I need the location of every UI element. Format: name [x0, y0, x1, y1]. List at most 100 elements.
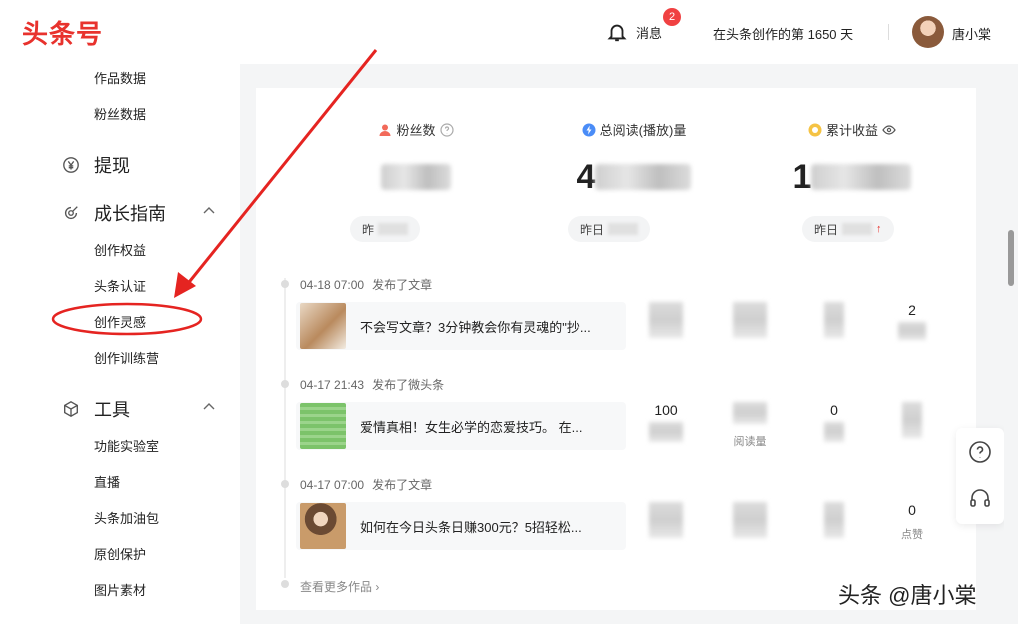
post-thumbnail	[300, 403, 346, 449]
user-icon	[379, 124, 391, 136]
sidebar-item-image-assets[interactable]: 图片素材	[94, 580, 146, 599]
metric-label: 阅读量	[733, 436, 767, 448]
chevron-up-icon[interactable]	[202, 204, 216, 218]
scrollbar-track[interactable]	[1004, 64, 1018, 624]
yesterday-label: 昨日	[580, 222, 605, 237]
header-divider	[888, 24, 889, 40]
growth-icon	[64, 206, 78, 220]
scrollbar-thumb[interactable]	[1008, 230, 1014, 286]
bell-icon	[607, 24, 627, 42]
entry-time: 04-17 07:00	[300, 478, 365, 492]
messages-label: 消息	[636, 25, 663, 41]
entry-header: 04-17 21:43 发布了微头条	[300, 376, 444, 393]
entry-card[interactable]: 如何在今日头条日赚300元？5招轻松...	[296, 502, 626, 550]
sidebar-item-certification[interactable]: 头条认证	[94, 276, 146, 295]
blurred-value	[733, 502, 767, 538]
blurred-value	[824, 502, 844, 538]
sidebar-group-growth[interactable]: 成长指南	[62, 200, 166, 226]
eye-icon[interactable]	[882, 123, 896, 137]
view-more-link[interactable]: 查看更多作品 ›	[300, 578, 379, 595]
brand-logo[interactable]: 头条号	[22, 14, 103, 51]
help-icon[interactable]	[439, 122, 454, 137]
entry-title: 不会写文章？3分钟教会你有灵魂的"抄...	[360, 319, 591, 335]
blurred-value	[381, 164, 451, 190]
sidebar-group-tools[interactable]: 工具	[62, 396, 130, 422]
blurred-value	[824, 422, 844, 442]
entry-action: 发布了微头条	[372, 378, 445, 392]
chevron-right-icon: ›	[375, 580, 380, 594]
timeline-dot	[281, 380, 289, 388]
creation-days: 在头条创作的第 1650 天	[713, 27, 854, 42]
messages-button[interactable]: 消息 2	[606, 8, 681, 44]
sidebar: 作品数据 粉丝数据 提现 成长指南 创作权益 头条认证 创作灵感 创作训练营 工…	[0, 64, 240, 624]
article-thumbnail	[300, 303, 346, 349]
metric-value: 100	[654, 402, 678, 418]
sidebar-item-works-data[interactable]: 作品数据	[94, 68, 146, 87]
user-name[interactable]: 唐小棠	[952, 24, 991, 43]
help-icon[interactable]	[968, 440, 992, 464]
blurred-value	[733, 302, 767, 338]
likes-value: 0	[908, 502, 916, 518]
entry-metric-likes: 2	[882, 302, 942, 345]
entry-metric	[804, 302, 864, 343]
fans-label: 粉丝数	[396, 123, 436, 138]
entry-metric-reads: 阅读量	[720, 402, 780, 449]
blurred-value	[898, 322, 926, 340]
blurred-value	[902, 402, 922, 438]
top-bar: 头条号 消息 2 在头条创作的第 1650 天 唐小棠	[0, 0, 1018, 64]
entry-action: 发布了文章	[372, 478, 433, 492]
view-more-label: 查看更多作品	[300, 580, 373, 594]
blurred-value	[378, 223, 409, 235]
entry-time: 04-17 21:43	[300, 378, 365, 392]
entry-time: 04-18 07:00	[300, 278, 365, 292]
watermark: 头条 @唐小棠	[838, 583, 977, 608]
sidebar-group-label: 成长指南	[94, 204, 166, 224]
article-thumbnail	[300, 503, 346, 549]
entry-header: 04-17 07:00 发布了文章	[300, 476, 432, 493]
entry-metric	[636, 502, 696, 543]
entry-card[interactable]: 爱情真相！女生必学的恋爱技巧。 在...	[296, 402, 626, 450]
blurred-value	[842, 223, 873, 235]
reads-label: 总阅读(播放)量	[599, 123, 687, 138]
entry-title: 如何在今日头条日赚300元？5招轻松...	[360, 519, 582, 535]
metric-value: 0	[830, 402, 838, 418]
timeline-dot	[281, 580, 289, 588]
sidebar-item-original-protection[interactable]: 原创保护	[94, 544, 146, 563]
cube-icon	[64, 401, 78, 417]
sidebar-item-live[interactable]: 直播	[94, 472, 120, 491]
entry-header: 04-18 07:00 发布了文章	[300, 276, 432, 293]
headset-icon[interactable]	[968, 486, 992, 510]
yesterday-label: 昨日	[814, 222, 839, 237]
blurred-value	[595, 164, 692, 190]
timeline-dot	[281, 280, 289, 288]
dashboard-panel: 粉丝数 昨 总阅读(播放)量 4 昨日 累计收益 1 昨日 ↑ 04-18 07:…	[256, 88, 976, 610]
floating-help-panel	[956, 428, 1004, 524]
blurred-value	[649, 502, 683, 538]
sidebar-item-creator-rights[interactable]: 创作权益	[94, 240, 146, 259]
blurred-value	[649, 422, 683, 442]
income-label: 累计收益	[825, 123, 878, 138]
reads-yesterday-pill: 昨日	[568, 216, 651, 242]
arrow-up-icon: ↑	[876, 223, 882, 235]
avatar[interactable]	[912, 16, 944, 48]
income-value: 1	[792, 157, 812, 196]
blurred-value	[608, 223, 639, 235]
entry-metric	[720, 502, 780, 543]
sidebar-group-withdraw[interactable]: 提现	[62, 152, 130, 178]
sidebar-item-inspiration[interactable]: 创作灵感	[94, 312, 146, 331]
entry-metric: 0	[804, 402, 864, 447]
chevron-up-icon[interactable]	[202, 400, 216, 414]
entry-card[interactable]: 不会写文章？3分钟教会你有灵魂的"抄...	[296, 302, 626, 350]
sidebar-item-lab[interactable]: 功能实验室	[94, 436, 159, 455]
metric-label: 点赞	[901, 529, 923, 541]
sidebar-group-label: 工具	[94, 400, 130, 420]
coin-icon	[808, 123, 822, 136]
yesterday-label: 昨	[362, 222, 375, 237]
sidebar-item-boost-pack[interactable]: 头条加油包	[94, 508, 159, 527]
sidebar-item-training-camp[interactable]: 创作训练营	[94, 348, 159, 367]
likes-value: 2	[908, 302, 916, 318]
entry-metric: 100	[636, 402, 696, 447]
fans-yesterday-pill: 昨	[350, 216, 421, 242]
sidebar-item-fans-data[interactable]: 粉丝数据	[94, 104, 146, 123]
messages-badge: 2	[663, 8, 681, 26]
